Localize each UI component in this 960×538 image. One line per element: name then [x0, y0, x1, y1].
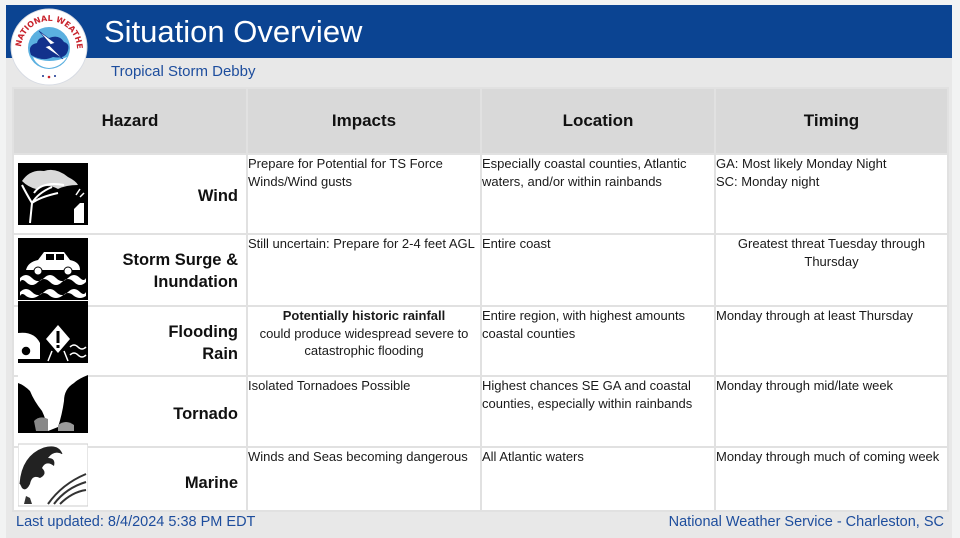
timing-cell: GA: Most likely Monday Night SC: Monday … — [714, 153, 949, 235]
timing-cell: Monday through at least Thursday — [714, 305, 949, 377]
location-cell: Highest chances SE GA and coastal counti… — [480, 375, 716, 448]
timing-line: GA: Most likely Monday Night — [716, 156, 887, 171]
hazard-label: Tornado — [173, 405, 238, 423]
hazard-label-line: Flooding — [168, 323, 238, 341]
column-header-timing: Timing — [714, 87, 949, 155]
hazard-cell-tornado: Tornado — [12, 371, 248, 448]
impacts-cell: Isolated Tornadoes Possible — [246, 375, 482, 448]
hazard-cell-marine: Marine — [12, 443, 248, 512]
timing-line: SC: Monday night — [716, 173, 820, 189]
storm-name-subtitle: Tropical Storm Debby — [111, 63, 256, 80]
impacts-cell: Potentially historic rainfall could prod… — [246, 305, 482, 377]
impacts-text: could produce widespread severe to catas… — [259, 325, 469, 359]
hazard-label-line: Inundation — [153, 273, 238, 291]
table-row: Wind Prepare for Potential for TS Force … — [12, 153, 949, 235]
location-cell: Especially coastal counties, Atlantic wa… — [480, 153, 716, 235]
hazard-label: Flooding Rain — [168, 321, 238, 365]
location-cell: Entire region, with highest amounts coas… — [480, 305, 716, 377]
timing-cell: Greatest threat Tuesday through Thursday — [714, 233, 949, 307]
timing-cell: Monday through mid/late week — [714, 375, 949, 448]
impacts-cell: Still uncertain: Prepare for 2-4 feet AG… — [246, 233, 482, 307]
location-cell: Entire coast — [480, 233, 716, 307]
table-row: Marine Winds and Seas becoming dangerous… — [12, 443, 949, 512]
storm-surge-car-icon — [18, 238, 88, 300]
column-header-impacts: Impacts — [246, 87, 482, 155]
hazard-cell-wind: Wind — [12, 153, 248, 235]
impacts-emphasis: Potentially historic rainfall — [282, 308, 446, 323]
hazard-cell-flooding-rain: Flooding Rain — [12, 301, 248, 377]
timing-cell: Monday through much of coming week — [714, 446, 949, 512]
impacts-cell: Prepare for Potential for TS Force Winds… — [246, 153, 482, 235]
hazard-label-line: Rain — [202, 345, 238, 363]
table-row: Tornado Isolated Tornadoes Possible High… — [12, 371, 949, 448]
tornado-icon — [18, 371, 88, 433]
marine-wave-icon — [18, 443, 88, 507]
hazard-label-line: Storm Surge & — [122, 251, 238, 269]
table-row: Storm Surge & Inundation Still uncertain… — [12, 233, 949, 307]
office-name: National Weather Service - Charleston, S… — [668, 514, 944, 530]
column-header-hazard: Hazard — [12, 87, 248, 155]
hazard-table: Hazard Impacts Location Timing Wind Prep… — [12, 87, 949, 512]
wind-tree-icon — [18, 163, 88, 225]
location-cell: All Atlantic waters — [480, 446, 716, 512]
hazard-label: Wind — [197, 187, 238, 205]
last-updated: Last updated: 8/4/2024 5:38 PM EDT — [16, 514, 256, 530]
page-title: Situation Overview — [104, 14, 363, 49]
hazard-label: Storm Surge & Inundation — [122, 249, 238, 293]
hazard-label: Marine — [184, 474, 238, 492]
nws-logo-icon: NATIONAL WEATHER SER — [9, 7, 88, 86]
hazard-cell-storm-surge: Storm Surge & Inundation — [12, 233, 248, 307]
table-header-row: Hazard Impacts Location Timing — [12, 87, 949, 155]
flooding-rain-icon — [18, 301, 88, 363]
table-row: Flooding Rain Potentially historic rainf… — [12, 301, 949, 377]
column-header-location: Location — [480, 87, 716, 155]
impacts-cell: Winds and Seas becoming dangerous — [246, 446, 482, 512]
